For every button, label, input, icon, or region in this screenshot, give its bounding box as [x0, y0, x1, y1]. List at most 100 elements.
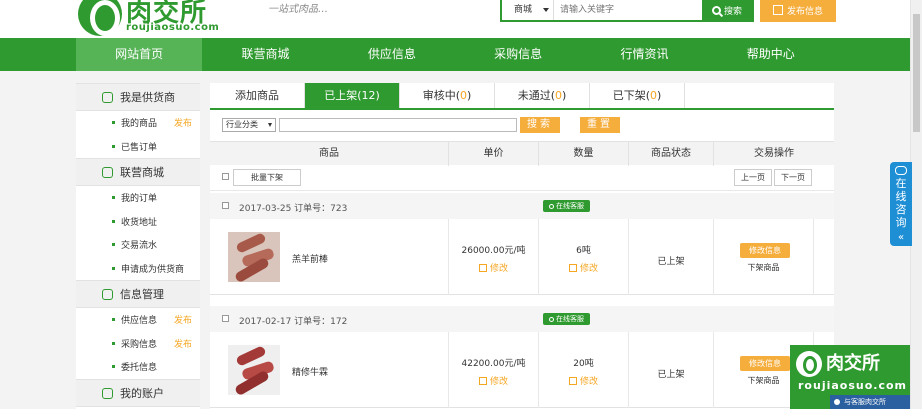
sidebar-publish-link[interactable]: 发布	[174, 337, 192, 350]
sidebar-item-apply-supplier[interactable]: 申请成为供货商	[76, 257, 200, 281]
online-service-button[interactable]: 在线客服	[543, 200, 590, 212]
tab-label: 已下架	[612, 89, 646, 102]
floating-logo-widget[interactable]: 肉交所 roujiaosuo.com 与客服肉交所	[790, 345, 910, 409]
nav-item-home[interactable]: 网站首页	[76, 38, 203, 71]
tab-listed[interactable]: 已上架(12)	[305, 83, 400, 108]
next-page-button[interactable]: 下一页	[774, 169, 812, 186]
online-service-label: 在线客服	[556, 315, 584, 323]
search-input[interactable]	[554, 0, 702, 20]
sidebar-section-supplier[interactable]: 我是供货商	[76, 83, 200, 111]
tab-count: 0	[650, 89, 657, 102]
sidebar-item-label: 我的订单	[121, 194, 158, 205]
store-icon	[102, 167, 113, 178]
scrollbar-thumb[interactable]	[913, 14, 920, 132]
filter-bar: 行业分类 搜索 重置	[222, 117, 620, 133]
col-actions: 交易操作	[754, 148, 794, 159]
edit-icon	[568, 376, 577, 385]
service-icon	[834, 399, 840, 405]
online-consult-widget[interactable]: 在线咨询 «	[890, 162, 912, 246]
select-all-checkbox[interactable]	[222, 173, 229, 180]
sidebar-section-info[interactable]: 信息管理	[76, 280, 200, 308]
tab-count: 12	[361, 89, 376, 102]
edit-icon	[568, 263, 577, 272]
sidebar-publish-link[interactable]: 发布	[174, 116, 192, 129]
price-value: 26000.00元/吨	[461, 246, 526, 256]
search-button[interactable]: 搜索	[702, 0, 752, 20]
order-checkbox[interactable]	[222, 202, 229, 209]
filter-reset-button[interactable]: 重置	[580, 117, 620, 133]
nav-item-supply[interactable]: 供应信息	[329, 38, 455, 71]
sidebar-item-transactions[interactable]: 交易流水	[76, 233, 200, 257]
online-service-button[interactable]: 在线客服	[543, 313, 590, 325]
nav-item-help[interactable]: 帮助中心	[708, 38, 834, 71]
qty-cell: 6吨 修改	[539, 219, 629, 295]
edit-label: 修改	[489, 264, 508, 274]
supplier-icon	[102, 92, 113, 103]
edit-icon	[478, 263, 487, 272]
edit-qty-link[interactable]: 修改	[539, 261, 628, 274]
floating-service-bar[interactable]: 与客服肉交所	[830, 395, 910, 409]
edit-icon	[478, 376, 487, 385]
sidebar-item-sold-orders[interactable]: 已售订单	[76, 135, 200, 159]
product-name[interactable]: 羔羊前棒	[292, 252, 328, 265]
filter-search-button[interactable]: 搜索	[520, 117, 560, 133]
edit-info-button[interactable]: 修改信息	[740, 243, 790, 258]
search-category-select[interactable]: 商城	[502, 0, 554, 20]
qty-value: 6吨	[576, 246, 591, 256]
sidebar-item-label: 申请成为供货商	[121, 264, 185, 275]
col-qty: 数量	[539, 142, 629, 166]
order-meta: 2017-02-17 订单号：172	[239, 317, 348, 327]
col-product: 商品	[210, 142, 449, 166]
batch-actions-row: 批量下架 上一页 下一页	[210, 165, 834, 191]
main-nav: 网站首页 联营商城 供应信息 采购信息 行情资讯 帮助中心	[0, 38, 910, 71]
logo-text-en: roujiaosuo.com	[126, 22, 220, 33]
order-header: 2017-02-17 订单号：172 在线客服	[210, 306, 834, 332]
sidebar-section-account[interactable]: 我的账户	[76, 378, 200, 407]
edit-info-button[interactable]: 修改信息	[740, 356, 790, 371]
floating-logo-en: roujiaosuo.com	[798, 379, 907, 392]
sidebar-item-label: 供应信息	[121, 316, 158, 327]
table-header: 商品 单价 数量 商品状态 交易操作	[210, 141, 834, 166]
edit-qty-link[interactable]: 修改	[539, 374, 628, 387]
nav-item-mall[interactable]: 联营商城	[202, 38, 328, 71]
qty-cell: 20吨 修改	[539, 332, 629, 408]
order-checkbox[interactable]	[222, 315, 229, 322]
online-service-label: 在线客服	[556, 202, 584, 210]
product-image[interactable]	[228, 345, 280, 395]
sidebar-item-label: 收货地址	[121, 217, 158, 228]
site-logo[interactable]: 肉交所 roujiaosuo.com	[78, 0, 268, 36]
tab-rejected[interactable]: 未通过(0)	[495, 83, 590, 108]
filter-keyword-input[interactable]	[279, 118, 517, 132]
product-name[interactable]: 精修牛霖	[292, 365, 328, 378]
nav-item-market[interactable]: 行情资讯	[581, 38, 707, 71]
page: 肉交所 roujiaosuo.com 一站式肉品… 商城 搜索 发布信息 网站首…	[0, 0, 922, 409]
product-image[interactable]	[228, 232, 280, 282]
sidebar-section-mall[interactable]: 联营商城	[76, 158, 200, 186]
sidebar-item-my-orders[interactable]: 我的订单	[76, 186, 200, 210]
price-value: 42200.00元/吨	[461, 359, 526, 369]
product-cell: 精修牛霖	[210, 332, 449, 408]
nav-item-purchase[interactable]: 采购信息	[455, 38, 581, 71]
sidebar-publish-link[interactable]: 发布	[174, 313, 192, 326]
batch-delist-button[interactable]: 批量下架	[233, 169, 301, 186]
floating-service-label: 与客服肉交所	[844, 398, 886, 406]
edit-label: 修改	[579, 377, 598, 387]
sidebar-item-label: 交易流水	[121, 241, 158, 252]
sidebar-item-entrusted-info[interactable]: 委托信息	[76, 355, 200, 379]
cart-icon	[102, 289, 113, 300]
sidebar-item-my-products[interactable]: 我的商品 发布	[76, 111, 200, 135]
tab-delisted[interactable]: 已下架(0)	[590, 83, 685, 108]
prev-page-button[interactable]: 上一页	[734, 169, 772, 186]
sidebar-item-address[interactable]: 收货地址	[76, 210, 200, 234]
edit-price-link[interactable]: 修改	[449, 261, 538, 274]
table-row: 羔羊前棒 26000.00元/吨 修改 6吨 修改 已上架 修改信息 下架商品	[210, 219, 834, 295]
chevron-down-icon	[543, 8, 549, 12]
tab-reviewing[interactable]: 审核中(0)	[400, 83, 495, 108]
sidebar-item-supply-info[interactable]: 供应信息 发布	[76, 308, 200, 332]
edit-price-link[interactable]: 修改	[449, 374, 538, 387]
sidebar-item-purchase-info[interactable]: 采购信息 发布	[76, 332, 200, 356]
publish-info-button[interactable]: 发布信息	[760, 0, 836, 22]
tab-add-product[interactable]: 添加商品	[210, 83, 305, 108]
category-select[interactable]: 行业分类	[222, 118, 276, 132]
delist-link[interactable]: 下架商品	[714, 262, 813, 273]
